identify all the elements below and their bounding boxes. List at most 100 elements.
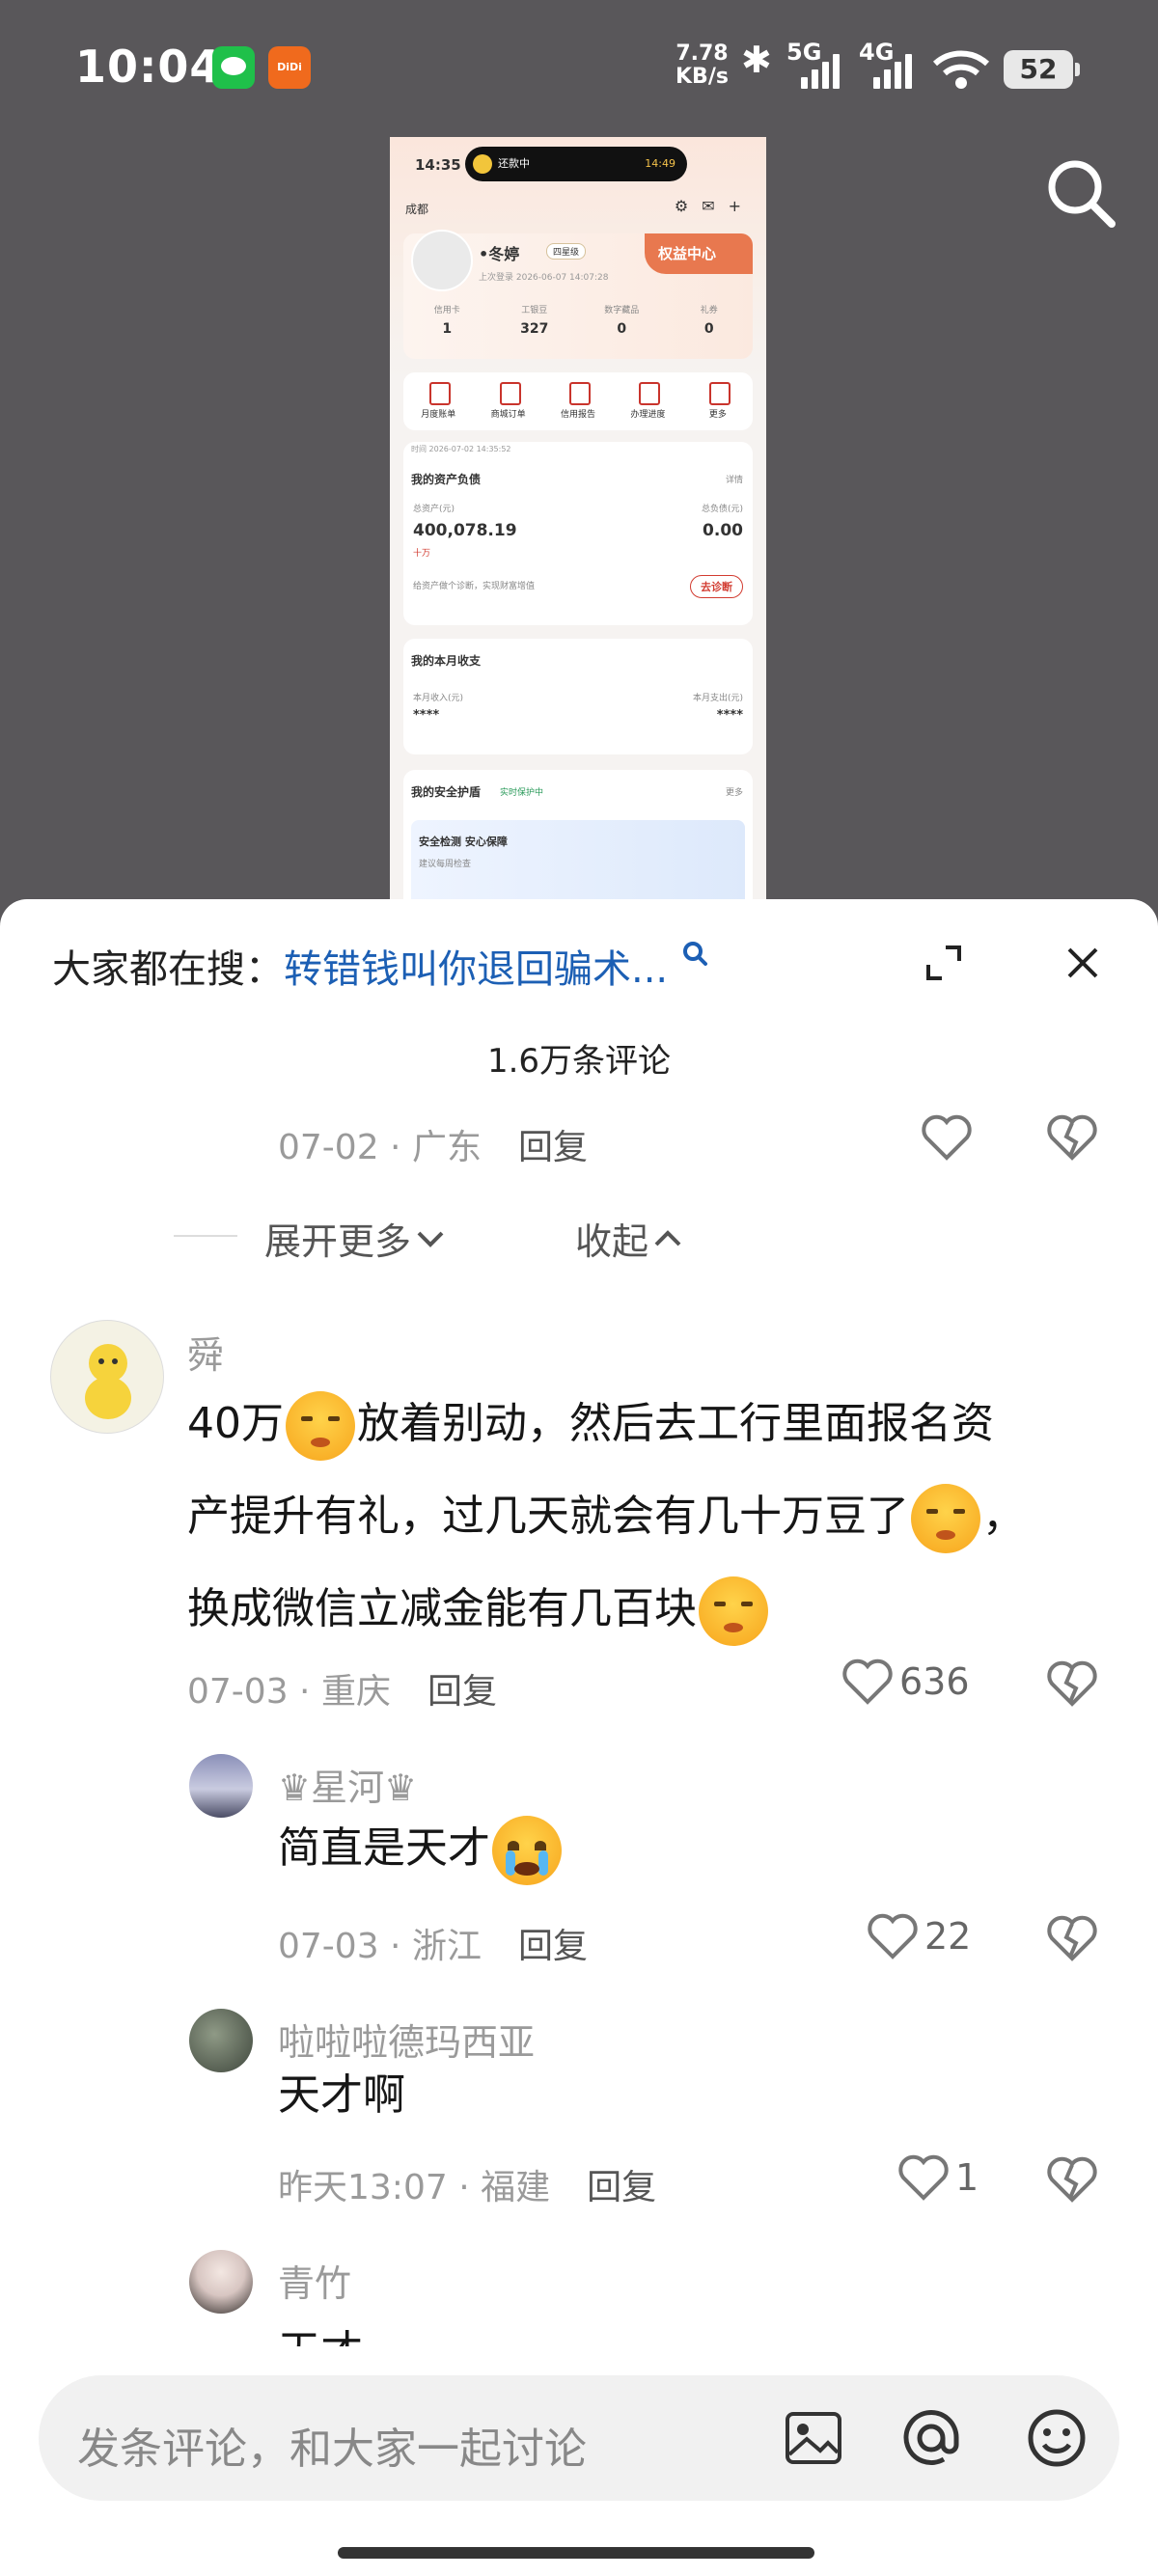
thumb-asset-title: 我的资产负债 (411, 473, 482, 486)
didi-app-icon: DiDi (268, 46, 311, 89)
reply-button[interactable]: 回复 (587, 2168, 656, 2207)
thumb-stats: 信用卡 1 工银豆 327 数字藏品 0 礼券 0 (403, 303, 753, 337)
smirk-emoji (911, 1484, 980, 1553)
thumb-menu-item: 办理进度 (613, 372, 682, 430)
comment-text-part: 换成微信立减金能有几百块 (187, 1584, 697, 1633)
avatar[interactable] (189, 1754, 253, 1818)
heart-icon (898, 2154, 949, 2201)
broken-heart-icon[interactable] (1046, 1659, 1098, 1708)
thumb-city: 成都 (405, 203, 429, 216)
thumb-total-assets-value: 400,078.19 (413, 521, 517, 540)
comment-username[interactable]: 舜 (187, 1326, 224, 1379)
like-count: 1 (955, 2156, 979, 2199)
video-thumbnail[interactable]: 14:35 还款中 14:49 成都 ⚙✉+ •冬婷 四星级 上次登录 2026… (390, 137, 766, 899)
avatar[interactable] (189, 2250, 253, 2314)
hot-search[interactable]: 大家都在搜：转错钱叫你退回骗术... (52, 938, 709, 994)
comment-text: 天才 (278, 2323, 363, 2346)
comment-input-placeholder: 发条评论，和大家一起讨论 (77, 2425, 587, 2474)
thumb-user-name: •冬婷 (479, 245, 520, 263)
thumb-diagnose-tip: 给资产做个诊断，实现财富增值 (413, 582, 536, 591)
smirk-emoji (286, 1391, 355, 1461)
network-speed-value: 7.78 (676, 41, 729, 66)
at-icon[interactable] (899, 2406, 963, 2470)
thumb-stat-value: 327 (520, 321, 549, 337)
like-button[interactable]: 22 (867, 1912, 971, 1960)
crying-emoji (492, 1816, 562, 1885)
thumb-time: 14:35 (415, 156, 461, 174)
thumb-island-right: 14:49 (645, 157, 676, 170)
thumb-safe-box-sub: 建议每周检查 (419, 860, 472, 869)
emoji-tear (506, 1850, 515, 1876)
thumb-stat: 工银豆 327 (491, 303, 579, 337)
thumb-safe-box: 安全检测 安心保障 建议每周检查 (411, 820, 745, 899)
comment-meta: 07-03 · 重庆 回复 (187, 1672, 497, 1712)
thumb-asset-card: 我的资产负债 详情 总资产(元) 400,078.19 十万 总负债(元) 0.… (403, 442, 753, 625)
thumb-user-tag: 四星级 (546, 243, 587, 260)
avatar[interactable] (189, 2009, 253, 2072)
wifi-icon (932, 50, 990, 89)
thumb-stat: 数字藏品 0 (578, 303, 666, 337)
thumb-total-assets-label: 总资产(元) (413, 505, 455, 514)
heart-icon (868, 1913, 918, 1959)
like-button[interactable]: 636 (841, 1658, 970, 1706)
comment-date: 昨天13:07 (278, 2168, 448, 2207)
network-speed-unit: KB/s (676, 65, 729, 89)
like-count: 22 (924, 1915, 972, 1958)
broken-heart-icon[interactable] (1046, 1914, 1098, 1962)
comment-username[interactable]: 啦啦啦德玛西亚 (278, 2013, 535, 2066)
battery-indicator: 52 (1004, 50, 1080, 89)
avatar-figure (85, 1344, 131, 1419)
comment-region: 重庆 (320, 1672, 391, 1712)
hot-search-query[interactable]: 转错钱叫你退回骗术... (284, 947, 668, 992)
like-button[interactable]: 1 (897, 2153, 979, 2202)
comment-meta: 昨天13:07 · 福建 回复 (278, 2168, 657, 2207)
thumb-total-debt-value: 0.00 (703, 521, 743, 540)
comment-region: 浙江 (411, 1927, 482, 1966)
thumb-island-dot (473, 154, 492, 174)
messages-app-icon (212, 46, 255, 89)
comment-text: 天才啊 (278, 2070, 405, 2120)
home-indicator[interactable] (338, 2547, 814, 2559)
comment-date: 07-03 (278, 1927, 379, 1966)
comment-count: 1.6万条评论 (486, 1042, 672, 1081)
emoji-icon[interactable] (1025, 2406, 1089, 2470)
search-icon[interactable] (1042, 154, 1119, 232)
thumb-safe-status: 实时保护中 (500, 788, 544, 798)
broken-heart-icon[interactable] (1046, 2155, 1098, 2204)
thumb-safe-title: 我的安全护盾 (411, 785, 482, 799)
thumb-dynamic-island: 还款中 14:49 (465, 147, 687, 181)
thumb-vip-label: 权益中心 (645, 233, 753, 274)
smirk-emoji (699, 1576, 768, 1646)
comment-meta: 07-02 · 广东 回复 (278, 1128, 588, 1167)
image-icon[interactable] (782, 2406, 845, 2470)
thumb-timestamp: 时间 2026-07-02 14:35:52 (411, 445, 511, 453)
thumb-menu-item: 信用报告 (543, 372, 613, 430)
thumb-safe-card: 我的安全护盾 实时保护中 更多 安全检测 安心保障 建议每周检查 (403, 770, 753, 899)
expand-more-button[interactable]: 展开更多 (264, 1212, 450, 1265)
hot-search-icon (682, 942, 707, 966)
comment-username[interactable]: 青竹 (278, 2254, 351, 2307)
thumb-expense-label: 本月支出(元) (692, 694, 743, 703)
thumb-last-login: 上次登录 2026-06-07 14:07:28 (479, 273, 609, 283)
bluetooth-icon: ✱ (741, 39, 772, 81)
thumb-stat-label: 数字藏品 (604, 306, 640, 315)
reply-button[interactable]: 回复 (427, 1672, 497, 1712)
comment-text-part: ， (982, 1492, 1025, 1541)
comment-username[interactable]: ♛星河♛ (278, 1758, 417, 1811)
hot-search-prefix: 大家都在搜： (52, 947, 284, 992)
avatar[interactable] (50, 1320, 164, 1434)
broken-heart-icon[interactable] (1046, 1113, 1098, 1162)
sim1-type: 5G (786, 39, 822, 66)
reply-button[interactable]: 回复 (518, 1927, 588, 1966)
thread-divider (174, 1235, 237, 1237)
expand-icon[interactable] (923, 942, 965, 984)
reply-button[interactable]: 回复 (518, 1128, 588, 1167)
collapse-button[interactable]: 收起 (575, 1212, 687, 1265)
comment-input[interactable]: 发条评论，和大家一起讨论 (39, 2375, 1119, 2501)
thumb-top-icons: ⚙✉+ (674, 197, 755, 215)
comment-text-part: 40万 (187, 1399, 284, 1448)
thumb-avatar (411, 230, 473, 291)
thumb-total-assets-hint: 十万 (413, 549, 431, 559)
close-icon[interactable] (1062, 942, 1104, 984)
heart-icon[interactable] (921, 1113, 973, 1162)
